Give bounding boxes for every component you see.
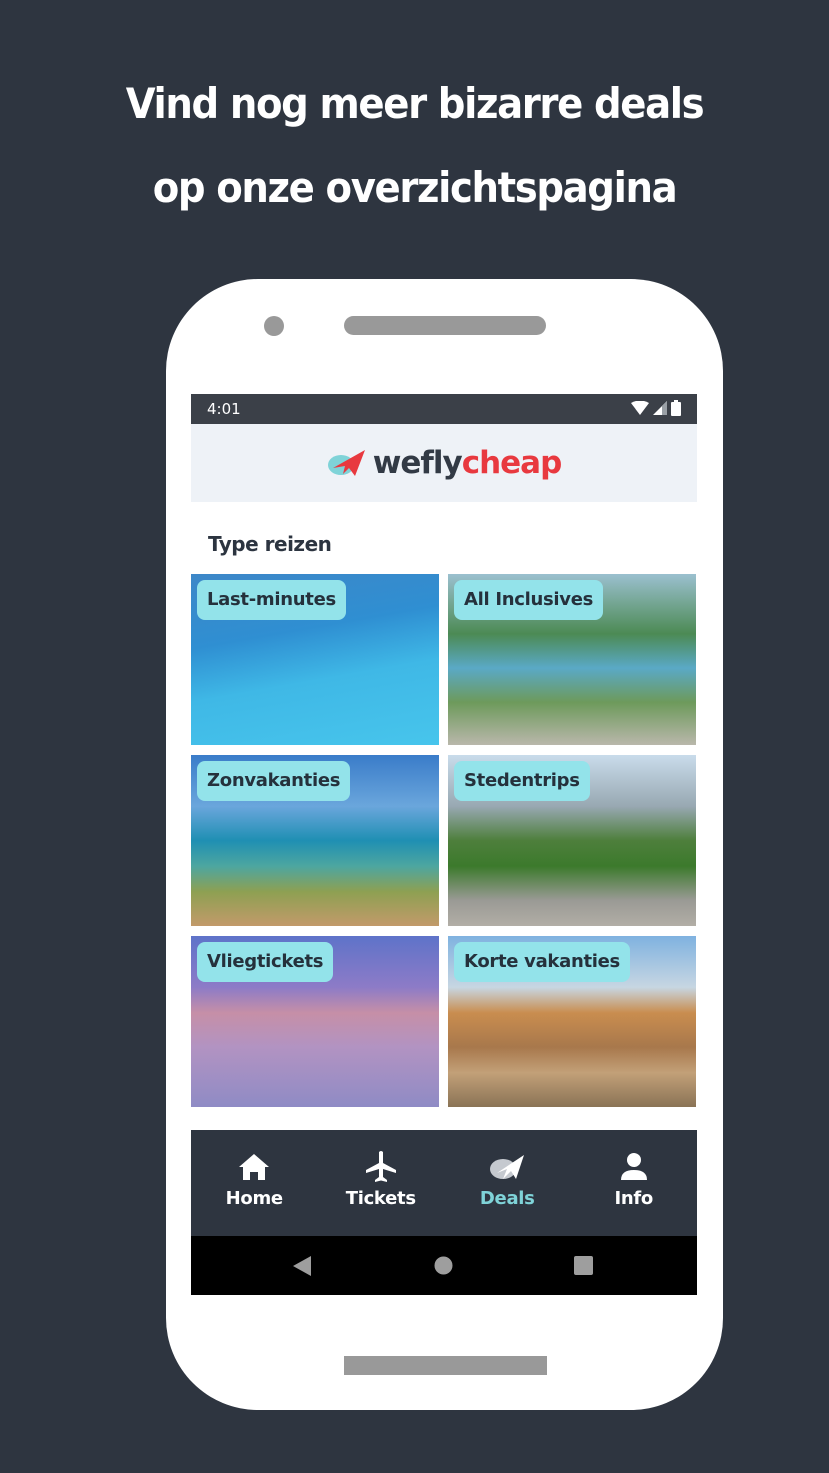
wifi-icon — [631, 401, 649, 415]
nav-label: Tickets — [345, 1188, 416, 1209]
airplane-icon — [365, 1151, 396, 1182]
status-bar: 4:01 — [191, 394, 697, 424]
tile-label: Zonvakanties — [197, 761, 351, 801]
signal-icon — [653, 401, 667, 415]
tile-last-minutes[interactable]: Last-minutes — [191, 574, 439, 745]
phone-bottom-bar — [344, 1356, 547, 1375]
deals-logo-icon — [490, 1155, 525, 1179]
phone-screen: 4:01 weflycheap Type reizen Last-minutes… — [191, 394, 697, 1295]
nav-label: Home — [225, 1188, 284, 1209]
person-icon — [620, 1153, 647, 1180]
nav-tickets[interactable]: Tickets — [318, 1130, 445, 1236]
section-title: Type reizen — [208, 532, 332, 556]
tile-vliegtickets[interactable]: Vliegtickets — [191, 936, 439, 1107]
promo-headline: Vind nog meer bizarre deals op onze over… — [33, 62, 796, 230]
app-header: weflycheap — [191, 424, 697, 502]
tile-label: Vliegtickets — [197, 942, 334, 982]
earpiece-speaker — [344, 316, 546, 335]
bottom-navigation: Home Tickets Deals Info — [191, 1130, 697, 1236]
headline-line-2: op onze overzichtspagina — [152, 163, 678, 212]
tile-label: All Inclusives — [454, 580, 604, 620]
nav-home[interactable]: Home — [191, 1130, 318, 1236]
headline-line-1: Vind nog meer bizarre deals — [125, 79, 705, 128]
front-camera — [264, 316, 284, 336]
weflycheap-logo-icon — [327, 450, 365, 476]
home-circle-icon[interactable] — [434, 1256, 453, 1275]
recents-icon[interactable] — [574, 1256, 593, 1275]
home-icon — [239, 1154, 270, 1180]
nav-info[interactable]: Info — [571, 1130, 698, 1236]
tile-stedentrips[interactable]: Stedentrips — [448, 755, 696, 926]
nav-deals[interactable]: Deals — [444, 1130, 571, 1236]
tile-zonvakanties[interactable]: Zonvakanties — [191, 755, 439, 926]
nav-label: Info — [614, 1188, 653, 1209]
tile-label: Last-minutes — [197, 580, 346, 620]
system-navigation-bar — [191, 1236, 697, 1295]
battery-icon — [671, 400, 681, 416]
tile-all-inclusives[interactable]: All Inclusives — [448, 574, 696, 745]
tile-korte-vakanties[interactable]: Korte vakanties — [448, 936, 696, 1107]
tile-label: Korte vakanties — [454, 942, 630, 982]
nav-label: Deals — [479, 1188, 535, 1209]
status-time: 4:01 — [207, 400, 241, 418]
back-icon[interactable] — [293, 1256, 311, 1276]
tile-label: Stedentrips — [454, 761, 590, 801]
app-logo: weflycheap — [372, 445, 563, 481]
